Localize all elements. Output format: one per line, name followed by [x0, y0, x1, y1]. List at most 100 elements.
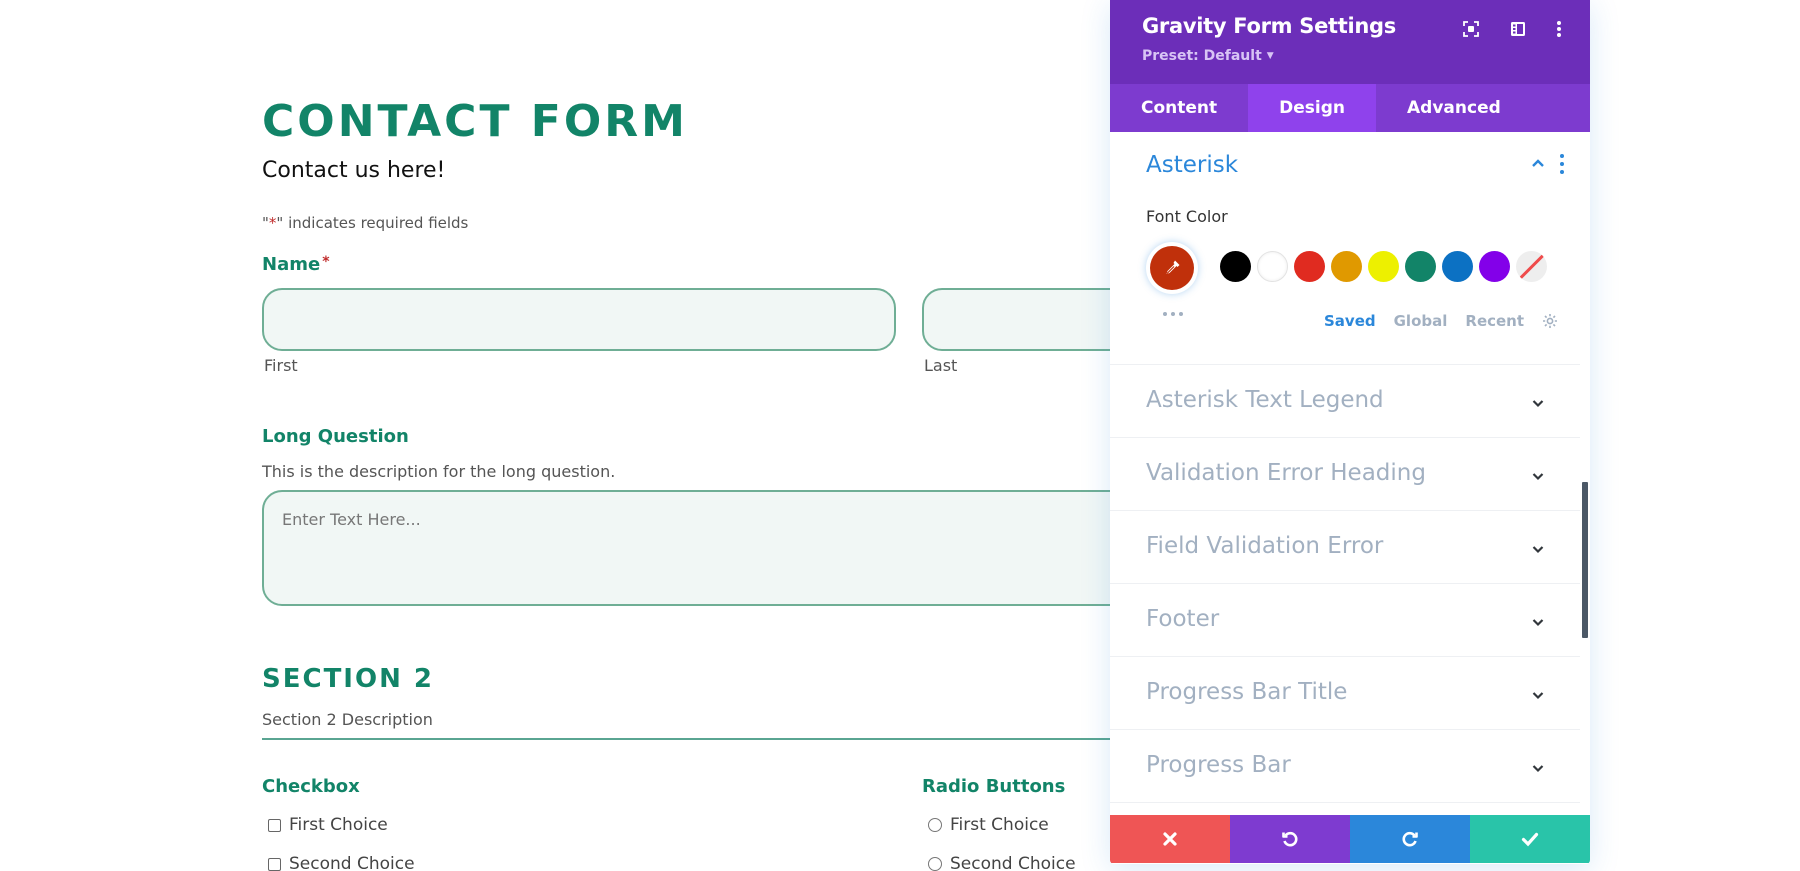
chevron-down-icon: [1530, 468, 1546, 484]
chevron-down-icon: [1530, 687, 1546, 703]
color-picker-button[interactable]: [1146, 242, 1198, 294]
toggle-title: Field Validation Error: [1146, 533, 1384, 559]
long-question-textarea[interactable]: [264, 492, 1180, 604]
panel-scrollbar[interactable]: [1580, 132, 1590, 815]
color-swatch-yellow[interactable]: [1368, 251, 1399, 282]
long-question-wrapper: [262, 490, 1182, 606]
toggle-title: Validation Error Heading: [1146, 460, 1426, 486]
radio-option[interactable]: Second Choice: [928, 854, 1076, 871]
redo-icon: [1402, 831, 1418, 847]
font-color-label: Font Color: [1146, 207, 1228, 226]
color-swatch-white[interactable]: [1257, 251, 1288, 282]
checkbox-option-label: Second Choice: [289, 854, 415, 871]
toggle-progress-bar[interactable]: Progress Bar: [1110, 730, 1580, 803]
palette-tab-saved[interactable]: Saved: [1324, 312, 1376, 330]
split-view-icon[interactable]: [1507, 18, 1529, 40]
scrollbar-thumb[interactable]: [1582, 482, 1588, 638]
asterisk-section: Asterisk Font Color Saved Global Recent: [1110, 132, 1580, 365]
toggle-progress-bar-title[interactable]: Progress Bar Title: [1110, 657, 1580, 730]
undo-icon: [1282, 831, 1298, 847]
toggle-footer[interactable]: Footer: [1110, 584, 1580, 657]
first-name-input[interactable]: [264, 290, 894, 349]
color-swatch-blue[interactable]: [1442, 251, 1473, 282]
more-options-icon[interactable]: [1548, 18, 1570, 40]
checkbox-option[interactable]: First Choice: [268, 815, 388, 835]
panel-title: Gravity Form Settings: [1142, 14, 1396, 38]
checkbox-option-label: First Choice: [289, 815, 388, 835]
eyedropper-icon: [1166, 260, 1180, 274]
palette-tab-recent[interactable]: Recent: [1465, 312, 1524, 330]
chevron-down-icon: [1530, 614, 1546, 630]
tab-advanced[interactable]: Advanced: [1376, 84, 1532, 132]
long-question-label: Long Question: [262, 426, 409, 447]
section-divider: [262, 738, 1112, 740]
radio-option-label: Second Choice: [950, 854, 1076, 871]
tab-design[interactable]: Design: [1248, 84, 1377, 132]
first-name-sublabel: First: [264, 356, 298, 375]
chevron-down-icon: [1530, 760, 1546, 776]
color-swatch-orange[interactable]: [1331, 251, 1362, 282]
form-title: CONTACT FORM: [262, 96, 688, 147]
action-bar: [1110, 815, 1590, 863]
color-swatches: [1220, 251, 1547, 282]
gear-icon[interactable]: [1542, 313, 1558, 329]
toggle-title: Progress Bar Title: [1146, 679, 1348, 705]
name-required-marker: *: [322, 254, 330, 270]
save-button[interactable]: [1470, 815, 1590, 863]
current-color-preview: [1150, 246, 1194, 290]
palette-tabs: Saved Global Recent: [1324, 312, 1558, 330]
checkbox-option[interactable]: Second Choice: [268, 854, 415, 871]
name-label-text: Name: [262, 254, 321, 275]
undo-button[interactable]: [1230, 815, 1350, 863]
name-label: Name *: [262, 254, 330, 275]
toggle-title: Asterisk Text Legend: [1146, 387, 1384, 413]
required-note-text: indicates required fields: [283, 214, 469, 232]
color-swatch-none[interactable]: [1516, 251, 1547, 282]
chevron-up-icon[interactable]: [1530, 156, 1546, 172]
redo-button[interactable]: [1350, 815, 1470, 863]
settings-panel: Gravity Form Settings Preset: Default ▼ …: [1110, 0, 1590, 864]
panel-tabs: Content Design Advanced: [1110, 84, 1590, 132]
radio-option-label: First Choice: [950, 815, 1049, 835]
color-swatch-green[interactable]: [1405, 251, 1436, 282]
panel-header[interactable]: Gravity Form Settings Preset: Default ▼: [1110, 0, 1590, 84]
checkbox-label: Checkbox: [262, 776, 360, 797]
preset-selector[interactable]: Preset: Default ▼: [1142, 48, 1274, 64]
required-fields-note: "*" indicates required fields: [262, 214, 468, 232]
radio-buttons-label: Radio Buttons: [922, 776, 1066, 797]
discard-button[interactable]: [1110, 815, 1230, 863]
caret-down-icon: ▼: [1266, 51, 1274, 61]
toggle-title: Progress Bar: [1146, 752, 1291, 778]
radio-option[interactable]: First Choice: [928, 815, 1049, 835]
section-2-title: SECTION 2: [262, 664, 434, 694]
color-swatch-purple[interactable]: [1479, 251, 1510, 282]
close-icon: [1163, 832, 1177, 846]
toggle-asterisk-text-legend[interactable]: Asterisk Text Legend: [1110, 365, 1580, 438]
panel-body: Asterisk Font Color Saved Global Recent …: [1110, 132, 1580, 815]
form-subtitle: Contact us here!: [262, 158, 446, 183]
checkbox-box[interactable]: [268, 818, 281, 832]
asterisk-section-title[interactable]: Asterisk: [1146, 152, 1238, 178]
tab-content[interactable]: Content: [1110, 84, 1248, 132]
long-question-description: This is the description for the long que…: [262, 462, 616, 481]
toggle-field-validation-error[interactable]: Field Validation Error: [1110, 511, 1580, 584]
section-2-description: Section 2 Description: [262, 710, 433, 729]
first-name-input-wrapper: [262, 288, 896, 351]
palette-tab-global[interactable]: Global: [1394, 312, 1448, 330]
quote-open: ": [262, 214, 269, 232]
preset-label: Preset: Default: [1142, 48, 1262, 64]
toggle-validation-error-heading[interactable]: Validation Error Heading: [1110, 438, 1580, 511]
check-icon: [1521, 832, 1539, 847]
checkbox-box[interactable]: [268, 857, 281, 871]
fullscreen-icon[interactable]: [1460, 18, 1482, 40]
toggle-title: Footer: [1146, 606, 1220, 632]
color-swatch-black[interactable]: [1220, 251, 1251, 282]
section-options-icon[interactable]: [1558, 154, 1566, 174]
chevron-down-icon: [1530, 395, 1546, 411]
radio-circle[interactable]: [928, 857, 942, 871]
more-colors-icon[interactable]: [1163, 312, 1183, 316]
chevron-down-icon: [1530, 541, 1546, 557]
radio-circle[interactable]: [928, 818, 942, 832]
last-name-sublabel: Last: [924, 356, 958, 375]
color-swatch-red[interactable]: [1294, 251, 1325, 282]
